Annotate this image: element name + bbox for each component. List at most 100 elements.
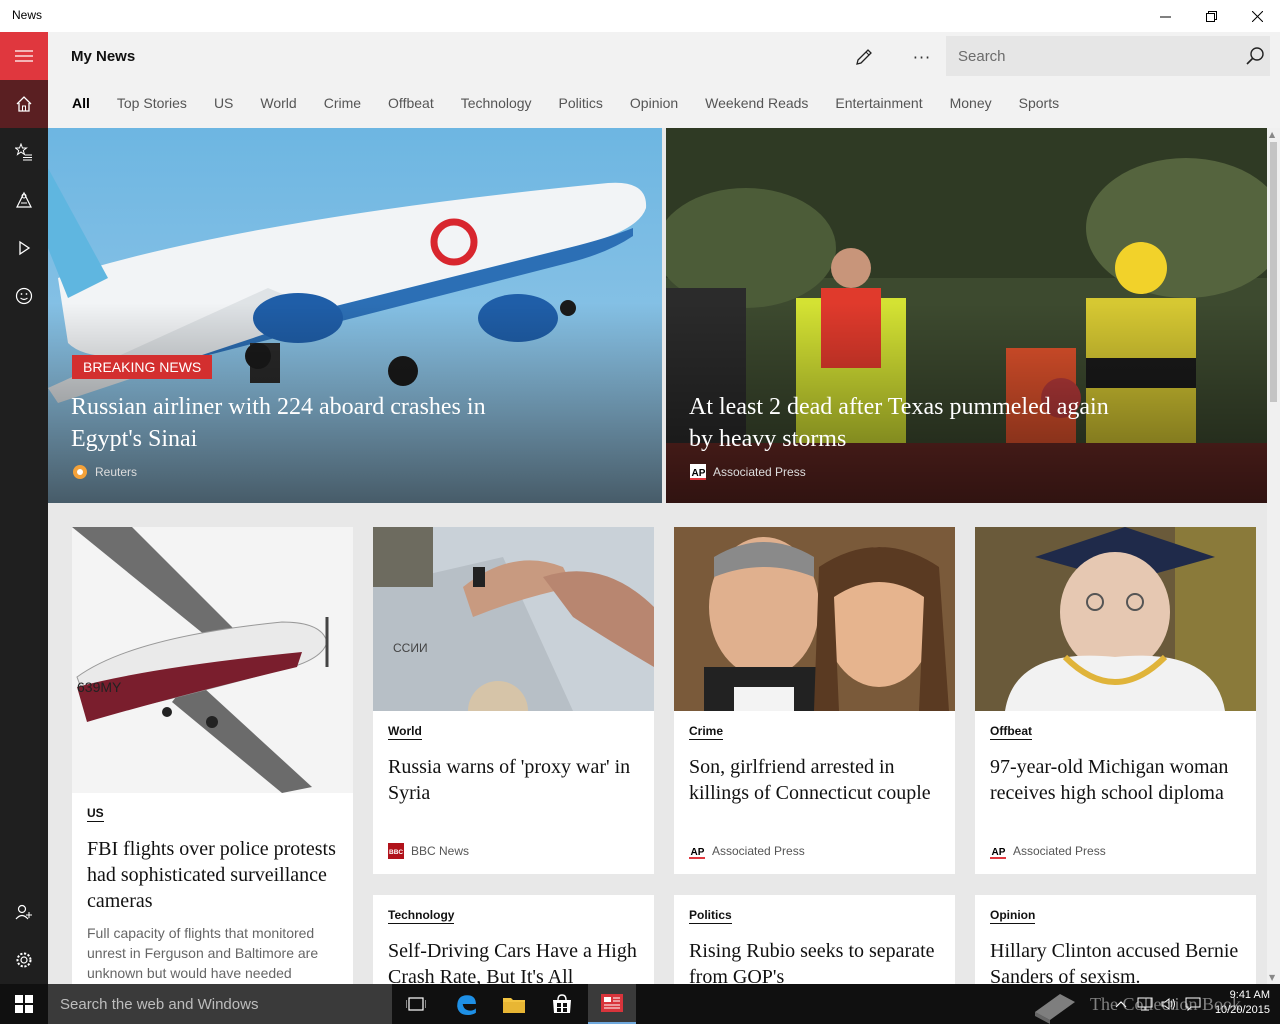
card-category[interactable]: World	[388, 724, 422, 740]
edge-icon	[457, 995, 476, 1015]
story-card-self-driving[interactable]: Technology Self-Driving Cars Have a High…	[373, 895, 654, 984]
hero-headline[interactable]: Russian airliner with 224 aboard crashes…	[71, 391, 491, 455]
tab-entertainment[interactable]: Entertainment	[835, 95, 922, 119]
card-category[interactable]: Opinion	[990, 908, 1036, 924]
search-submit-button[interactable]	[1242, 44, 1268, 68]
close-icon	[1251, 10, 1263, 22]
nav-sources-button[interactable]	[0, 272, 48, 320]
star-list-icon	[15, 143, 32, 161]
story-card-fbi-flights[interactable]: 639MY US FBI flights over police protest…	[72, 527, 353, 984]
user-add-icon	[15, 904, 32, 920]
card-source-name: BBC News	[411, 844, 470, 858]
nav-account-button[interactable]	[0, 888, 48, 936]
tab-offbeat[interactable]: Offbeat	[388, 95, 434, 119]
story-card-michigan-diploma[interactable]: Offbeat 97-year-old Michigan woman recei…	[975, 527, 1256, 874]
task-view-button[interactable]	[392, 984, 440, 1024]
tray-chevron-button[interactable]	[1112, 996, 1130, 1012]
hamburger-button[interactable]	[0, 32, 48, 80]
news-app-icon	[601, 994, 623, 1012]
action-center-button[interactable]	[1184, 996, 1202, 1012]
hero-source: Reuters	[72, 464, 137, 480]
tab-sports[interactable]: Sports	[1019, 95, 1059, 119]
scroll-up-icon[interactable]: ▲	[1269, 130, 1275, 139]
news-feed: BREAKING NEWS Russian airliner with 224 …	[48, 128, 1267, 984]
store-icon	[553, 994, 571, 1013]
hero-story-texas-storms[interactable]: At least 2 dead after Texas pummeled aga…	[666, 128, 1267, 503]
nav-home-button[interactable]	[0, 80, 48, 128]
nav-rail	[0, 32, 48, 984]
tab-crime[interactable]: Crime	[324, 95, 361, 119]
tab-world[interactable]: World	[260, 95, 296, 119]
card-source: AP Associated Press	[689, 843, 805, 859]
feed-scrollbar[interactable]: ▲ ▼	[1267, 128, 1280, 984]
notification-icon	[1185, 997, 1201, 1011]
card-title[interactable]: FBI flights over police protests had sop…	[87, 836, 342, 914]
card-category[interactable]: US	[87, 806, 104, 822]
volume-button[interactable]	[1160, 996, 1178, 1012]
hero-headline[interactable]: At least 2 dead after Texas pummeled aga…	[689, 391, 1109, 455]
edge-button[interactable]	[442, 984, 490, 1024]
tab-money[interactable]: Money	[950, 95, 992, 119]
file-explorer-button[interactable]	[490, 984, 538, 1024]
card-title[interactable]: Self-Driving Cars Have a High Crash Rate…	[388, 938, 643, 984]
pencil-icon	[856, 49, 872, 65]
taskbar: 9:41 AM 10/20/2015	[0, 984, 1280, 1024]
taskbar-clock[interactable]: 9:41 AM 10/20/2015	[1215, 988, 1270, 1018]
story-card-clinton[interactable]: Opinion Hillary Clinton accused Bernie S…	[975, 895, 1256, 984]
hero-story-airliner[interactable]: BREAKING NEWS Russian airliner with 224 …	[48, 128, 662, 503]
story-card-proxy-war[interactable]: ССИИ World Russia warns of 'proxy war' i…	[373, 527, 654, 874]
network-icon	[1137, 997, 1153, 1011]
tab-politics[interactable]: Politics	[559, 95, 603, 119]
story-card-rubio[interactable]: Politics Rising Rubio seeks to separate …	[674, 895, 955, 984]
card-title[interactable]: Rising Rubio seeks to separate from GOP'…	[689, 938, 944, 984]
minimize-button[interactable]	[1142, 0, 1188, 32]
store-button[interactable]	[538, 984, 586, 1024]
task-view-icon	[406, 997, 426, 1011]
tab-weekend-reads[interactable]: Weekend Reads	[705, 95, 808, 119]
start-button[interactable]	[0, 984, 48, 1024]
svg-text:ССИИ: ССИИ	[393, 641, 428, 655]
card-title[interactable]: 97-year-old Michigan woman receives high…	[990, 754, 1245, 806]
card-title[interactable]: Hillary Clinton accused Bernie Sanders o…	[990, 938, 1245, 984]
edit-button[interactable]	[848, 44, 880, 70]
search-box	[946, 36, 1270, 76]
card-category[interactable]: Offbeat	[990, 724, 1032, 740]
tab-opinion[interactable]: Opinion	[630, 95, 678, 119]
svg-text:AP: AP	[992, 847, 1006, 858]
svg-text:AP: AP	[691, 847, 705, 858]
restore-icon	[1205, 10, 1217, 22]
search-input[interactable]	[946, 36, 1236, 76]
card-title[interactable]: Russia warns of 'proxy war' in Syria	[388, 754, 643, 806]
folder-icon	[503, 998, 525, 1013]
nav-video-button[interactable]	[0, 224, 48, 272]
taskbar-search-input[interactable]	[48, 984, 392, 1024]
news-app-button[interactable]	[588, 984, 636, 1024]
card-source-name: Associated Press	[712, 844, 805, 858]
scrollbar-thumb[interactable]	[1270, 142, 1277, 402]
scroll-down-icon[interactable]: ▼	[1269, 973, 1275, 982]
category-tabs: All Top Stories US World Crime Offbeat T…	[72, 95, 1086, 119]
restore-button[interactable]	[1188, 0, 1234, 32]
ap-logo-icon: AP	[689, 843, 705, 859]
local-icon	[16, 191, 32, 208]
taskbar-search	[48, 984, 392, 1024]
network-button[interactable]	[1136, 996, 1154, 1012]
nav-settings-button[interactable]	[0, 936, 48, 984]
nav-interests-button[interactable]	[0, 128, 48, 176]
app-header: My News ··· All Top Stories US World Cri…	[48, 32, 1280, 128]
tab-all[interactable]: All	[72, 95, 90, 119]
tab-top-stories[interactable]: Top Stories	[117, 95, 187, 119]
tab-us[interactable]: US	[214, 95, 233, 119]
hero-source: AP Associated Press	[690, 464, 806, 480]
close-button[interactable]	[1234, 0, 1280, 32]
nav-local-button[interactable]	[0, 176, 48, 224]
card-category[interactable]: Politics	[689, 908, 732, 924]
card-category[interactable]: Technology	[388, 908, 455, 924]
tab-technology[interactable]: Technology	[461, 95, 532, 119]
more-options-button[interactable]: ···	[906, 44, 938, 70]
card-title[interactable]: Son, girlfriend arrested in killings of …	[689, 754, 944, 806]
title-bar: News	[0, 0, 1280, 32]
card-category[interactable]: Crime	[689, 724, 724, 740]
story-card-connecticut-couple[interactable]: Crime Son, girlfriend arrested in killin…	[674, 527, 955, 874]
ap-logo-icon: AP	[990, 843, 1006, 859]
